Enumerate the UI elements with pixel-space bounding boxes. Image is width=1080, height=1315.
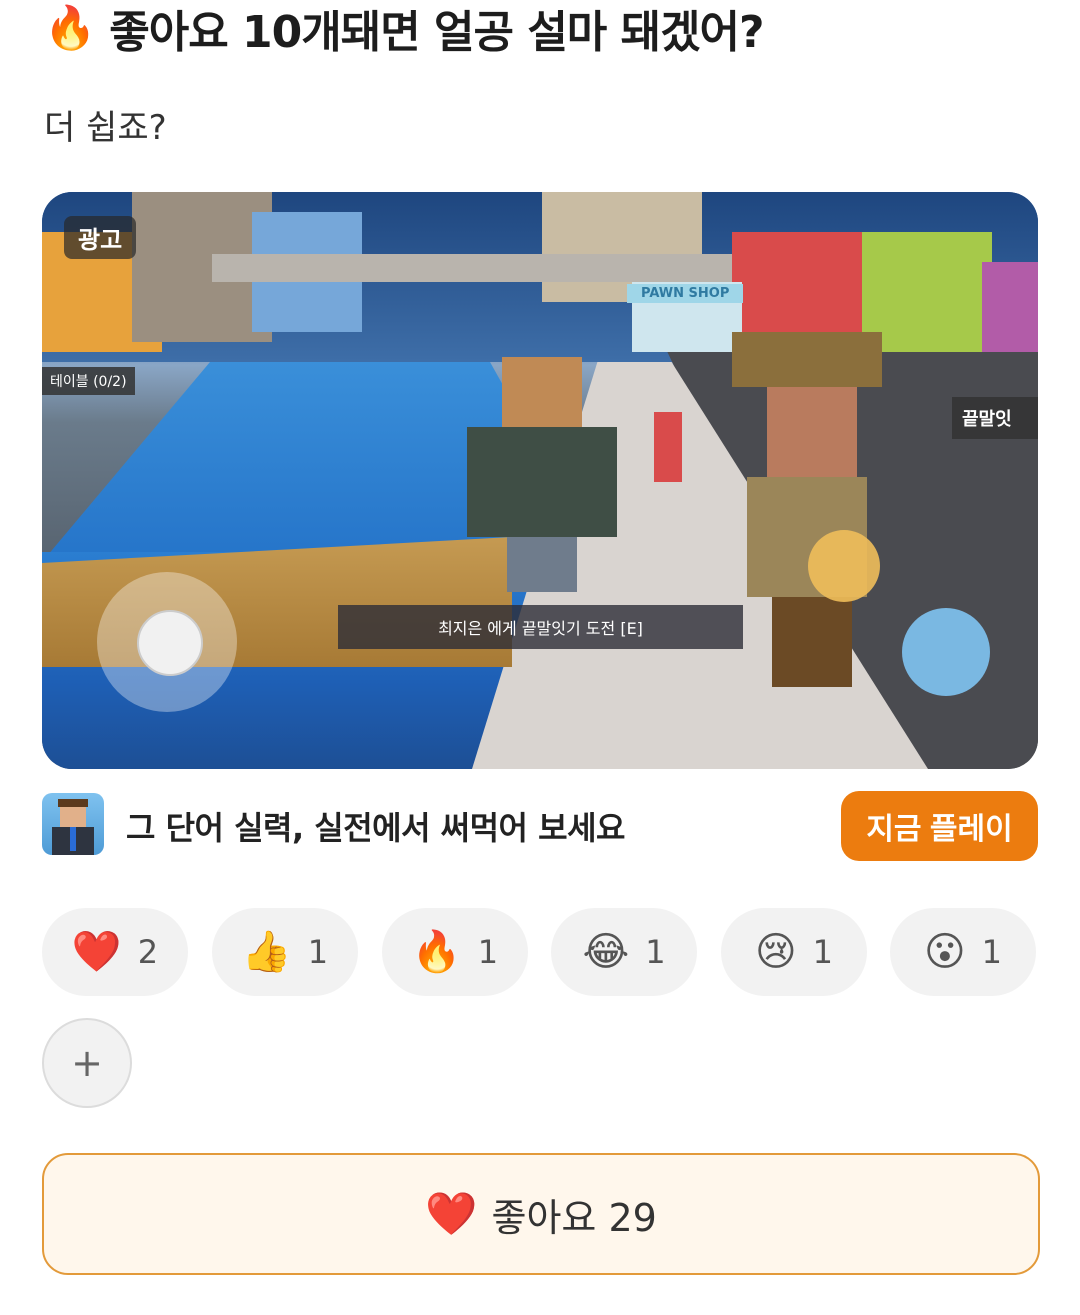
reaction-fire[interactable]: 🔥 1 bbox=[382, 908, 528, 996]
reaction-count: 1 bbox=[477, 933, 499, 971]
like-button[interactable]: ❤️ 좋아요 29 bbox=[42, 1153, 1040, 1275]
like-label: 좋아요 29 bbox=[491, 1195, 657, 1240]
reaction-heart[interactable]: ❤️ 2 bbox=[42, 908, 188, 996]
ad-badge: 광고 bbox=[64, 216, 137, 259]
ad-image[interactable]: PAWN SHOP 테이블 (0/2) 끝말잇 최지은 에게 끝말잇기 도전 [… bbox=[42, 192, 1038, 769]
player-character bbox=[467, 357, 617, 592]
add-reaction-button[interactable]: + bbox=[42, 1018, 132, 1108]
post-body: 더 쉽죠? bbox=[44, 108, 167, 148]
action-button-blue bbox=[902, 608, 990, 696]
reaction-count: 1 bbox=[981, 933, 1003, 971]
reaction-count: 1 bbox=[645, 933, 666, 971]
thumbs-up-icon: 👍 bbox=[241, 929, 292, 975]
reaction-thumbs-up[interactable]: 👍 1 bbox=[212, 908, 358, 996]
laughing-icon: 😂 bbox=[582, 929, 630, 975]
app-icon[interactable] bbox=[42, 793, 104, 855]
reaction-count: 1 bbox=[812, 933, 834, 971]
action-button-yellow bbox=[808, 530, 880, 602]
interaction-prompt: 최지은 에게 끝말잇기 도전 [E] bbox=[338, 605, 743, 649]
ad-cta-row: 그 단어 실력, 실전에서 써먹어 보세요 지금 플레이 bbox=[42, 791, 1038, 861]
reaction-count: 2 bbox=[137, 933, 159, 971]
joystick-knob bbox=[137, 610, 203, 676]
fire-icon: 🔥 bbox=[44, 3, 96, 52]
crying-icon: 😢 bbox=[754, 929, 797, 975]
reaction-surprised[interactable]: 😮 1 bbox=[890, 908, 1036, 996]
reaction-laughing[interactable]: 😂 1 bbox=[551, 908, 697, 996]
post-title-text: 좋아요 10개돼면 얼공 설마 돼겠어? bbox=[109, 7, 764, 58]
surprised-icon: 😮 bbox=[923, 929, 966, 975]
post-title: 🔥 좋아요 10개돼면 얼공 설마 돼겠어? bbox=[44, 0, 1044, 59]
bridge bbox=[212, 254, 732, 282]
reaction-crying[interactable]: 😢 1 bbox=[721, 908, 867, 996]
ad-tagline[interactable]: 그 단어 실력, 실전에서 써먹어 보세요 bbox=[126, 803, 625, 849]
play-now-button[interactable]: 지금 플레이 bbox=[841, 791, 1038, 861]
heart-icon: ❤️ bbox=[425, 1189, 478, 1238]
table-sign: 테이블 (0/2) bbox=[42, 367, 135, 395]
fire-hydrant bbox=[654, 412, 682, 482]
fire-icon: 🔥 bbox=[411, 929, 462, 975]
word-chain-sign: 끝말잇 bbox=[952, 397, 1038, 439]
building bbox=[982, 262, 1038, 362]
reaction-count: 1 bbox=[307, 933, 329, 971]
heart-icon: ❤️ bbox=[71, 929, 122, 975]
shop-sign: PAWN SHOP bbox=[627, 284, 744, 303]
